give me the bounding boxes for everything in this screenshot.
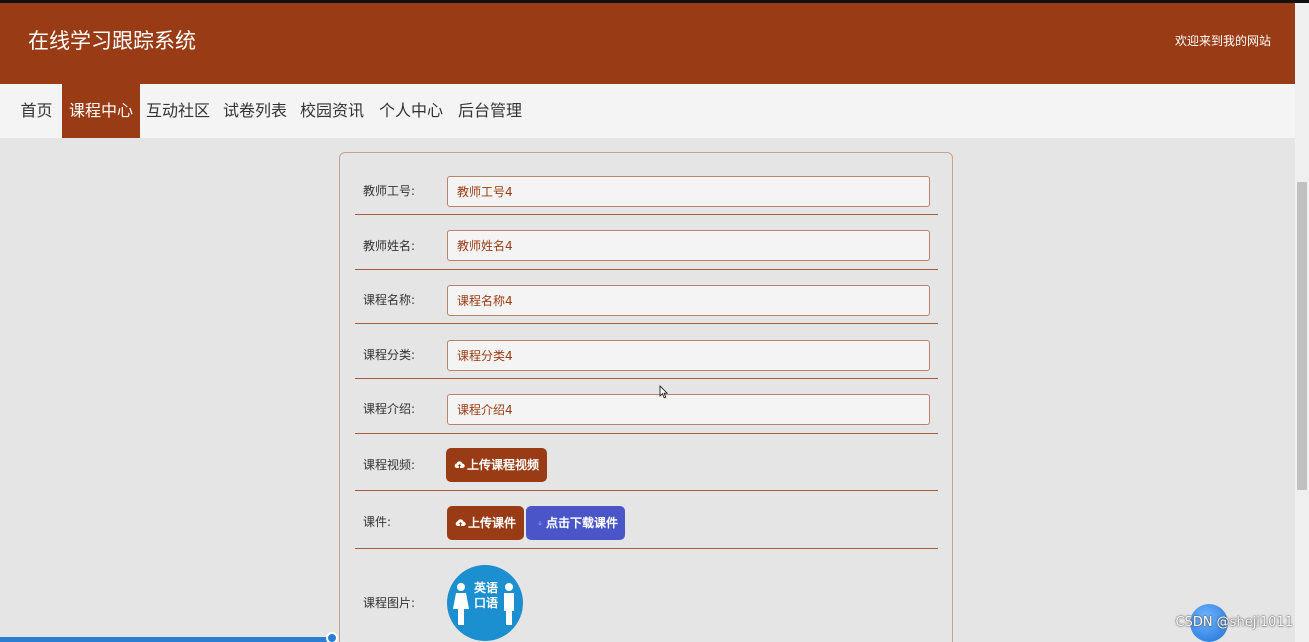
- cloud-upload-icon: [454, 449, 465, 483]
- course-intro-label: 课程介绍:: [363, 402, 416, 416]
- form-row-course-video: 课程视频: 上传课程视频: [355, 434, 938, 491]
- mouse-cursor-icon: [659, 384, 669, 403]
- site-header: 在线学习跟踪系统 欢迎来到我的网站: [0, 3, 1295, 84]
- form-row-course-name: 课程名称:: [355, 270, 938, 324]
- welcome-text: 欢迎来到我的网站: [1174, 34, 1271, 48]
- course-image-text-bottom: 口语: [473, 596, 498, 610]
- download-courseware-button[interactable]: 点击下载课件: [526, 506, 626, 541]
- course-image-label: 课程图片:: [363, 596, 416, 610]
- nav-item-home[interactable]: 首页: [13, 84, 60, 138]
- course-intro-input[interactable]: [447, 394, 930, 425]
- teacher-id-input[interactable]: [447, 176, 930, 207]
- course-image-text-top: 英语: [473, 581, 498, 595]
- course-category-input[interactable]: [447, 340, 930, 371]
- teacher-id-label: 教师工号:: [363, 184, 416, 198]
- teacher-name-label: 教师姓名:: [363, 239, 416, 253]
- site-title: 在线学习跟踪系统: [28, 29, 196, 53]
- cloud-upload-icon: [455, 507, 466, 541]
- form-row-teacher-name: 教师姓名:: [355, 215, 938, 270]
- upload-courseware-button-label: 上传课件: [468, 516, 517, 530]
- main-nav: 首页 课程中心 互动社区 试卷列表 校园资讯 个人中心 后台管理: [0, 84, 1295, 138]
- form-row-course-intro: 课程介绍:: [355, 379, 938, 434]
- nav-item-exam-list[interactable]: 试卷列表: [219, 84, 291, 138]
- progress-handle[interactable]: [326, 632, 338, 642]
- courseware-label: 课件:: [363, 515, 392, 529]
- course-name-label: 课程名称:: [363, 293, 416, 307]
- form-row-course-image: 课程图片: 英语 口语: [355, 549, 938, 642]
- nav-item-community[interactable]: 互动社区: [142, 84, 214, 138]
- course-category-label: 课程分类:: [363, 348, 416, 362]
- form-row-teacher-id: 教师工号:: [355, 170, 938, 215]
- nav-item-admin[interactable]: 后台管理: [454, 84, 526, 138]
- course-name-input[interactable]: [447, 285, 930, 316]
- download-courseware-button-label: 点击下载课件: [546, 516, 619, 530]
- form-row-courseware: 课件: 上传课件 点击下载课件: [355, 491, 938, 549]
- upload-video-button[interactable]: 上传课程视频: [446, 448, 548, 483]
- course-detail-form: 教师工号: 教师姓名: 课程名称: 课程分类: 课程介绍: 课程视频: 上传课程…: [339, 152, 953, 642]
- watermark-text: CSDN @sheji1011: [1175, 615, 1293, 630]
- nav-item-course-center[interactable]: 课程中心: [62, 84, 140, 138]
- upload-video-button-label: 上传课程视频: [467, 458, 540, 472]
- upload-courseware-button[interactable]: 上传课件: [447, 506, 525, 541]
- course-image: 英语 口语: [447, 565, 523, 641]
- nav-item-personal-center[interactable]: 个人中心: [375, 84, 447, 138]
- course-video-label: 课程视频:: [363, 458, 416, 472]
- nav-item-campus-news[interactable]: 校园资讯: [296, 84, 368, 138]
- vertical-scrollbar-thumb[interactable]: [1297, 182, 1307, 490]
- download-icon: [536, 507, 544, 541]
- form-row-course-category: 课程分类:: [355, 324, 938, 379]
- teacher-name-input[interactable]: [447, 230, 930, 261]
- progress-bar: [0, 637, 333, 642]
